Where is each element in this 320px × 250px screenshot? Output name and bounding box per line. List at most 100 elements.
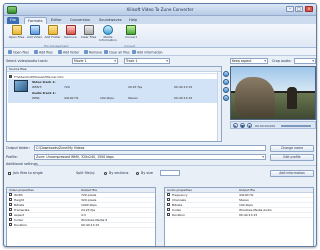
additional-settings-title: Additional settings [6, 162, 38, 166]
prop-value: 00:44:13.15 [81, 223, 100, 227]
open-files-label: Open Files [8, 35, 25, 39]
clear-files-label: Clear Files [80, 35, 97, 39]
tab-file[interactable]: File [7, 17, 20, 24]
prop-name: Bitrate [14, 203, 25, 207]
quick-remove[interactable]: Remove [84, 49, 102, 54]
play-icon[interactable]: ▶ [233, 123, 238, 128]
quick-open-files[interactable]: Open files [8, 49, 30, 54]
file-list-scrollbar[interactable] [217, 72, 221, 141]
info-icon [103, 25, 113, 35]
quick-add-information[interactable]: Add information [132, 49, 163, 54]
app-window: Xilisoft Video To Zune Converter – □ × F… [3, 3, 317, 247]
quick-clear-all[interactable]: Clear all files [104, 49, 130, 54]
prop-value: Stereo [239, 198, 249, 202]
quick-remove-label: Remove [89, 50, 102, 54]
tab-formats[interactable]: Formats [24, 17, 47, 24]
prop-value: 320 pixels [81, 198, 97, 202]
clear-icon [83, 25, 94, 35]
audio-properties-grid[interactable]: Audio properties Output file Frequency 44… [164, 187, 314, 246]
audio-track-select[interactable]: Track 1 [124, 58, 170, 64]
video-width: 720 [64, 85, 70, 89]
add-icon [34, 49, 38, 54]
crop-audio-label: Crop audio: [272, 59, 292, 63]
snapshot-icon[interactable]: ◉ [247, 123, 252, 128]
add-folder-label: Add Folder [44, 35, 61, 39]
open-files-button[interactable]: Open Files [8, 25, 25, 44]
crop-audio-select[interactable] [294, 58, 316, 64]
add-information-button[interactable]: Add information [270, 170, 314, 177]
move-down-icon[interactable] [223, 79, 229, 85]
file-checkbox[interactable] [9, 75, 12, 78]
change-name-button[interactable]: Change name [270, 145, 314, 152]
quick-open-label: Open files [13, 50, 30, 54]
audio-bitrate: 192 kbps [100, 96, 114, 100]
prop-value: 720 pixels [81, 193, 97, 197]
minimize-button[interactable]: – [286, 6, 294, 12]
media-information-button[interactable]: Media Information [98, 25, 118, 44]
quick-toolbar: Open files Add files Add folder Remove C… [4, 48, 316, 56]
edit-profile-button[interactable]: Edit profile [270, 154, 314, 161]
tab-editor[interactable]: Editor [48, 17, 65, 24]
remove-label: Remove [64, 35, 77, 39]
tab-help[interactable]: Help [126, 17, 140, 24]
aspect-select[interactable]: Keep aspect [230, 58, 268, 64]
prop-name: Height [14, 198, 24, 202]
audio-codec: WMA [32, 96, 40, 100]
open-icon [8, 49, 12, 54]
prop-value: 44100 Hz [239, 193, 254, 197]
clear-files-button[interactable]: Clear Files [80, 25, 97, 44]
source-file-list[interactable]: Source files F:\Video\Cut\Movies\Hits.Ca… [6, 66, 222, 142]
output-folder-row: Output folder: C:\Downloads\Zune\My Vide… [6, 145, 316, 152]
video-properties-grid[interactable]: Video properties Output file Width 720 pi… [6, 187, 156, 246]
clear-icon [104, 49, 108, 54]
quick-add-files[interactable]: Add files [34, 49, 53, 54]
prop-value: 24.23 fps [81, 208, 96, 212]
split-size-field[interactable] [160, 170, 180, 176]
prop-value: 1000 kbps [81, 203, 97, 207]
by-size-radio[interactable] [136, 171, 139, 175]
file-row[interactable]: Video track 1: WMV3 720 29.97 fps 00:44:… [8, 79, 220, 103]
video-duration: 00:44:13.15 [174, 85, 193, 89]
add-folder-button[interactable]: Add Folder [44, 25, 61, 44]
move-up-icon[interactable] [223, 71, 229, 77]
prop-name: Codec [172, 208, 182, 212]
close-button[interactable]: × [305, 6, 313, 12]
stop-icon[interactable]: ■ [240, 123, 245, 128]
tab-soundwaves[interactable]: Soundwaves [96, 17, 125, 24]
audio-track-label: Audio track 1: [32, 91, 56, 95]
split-files-label: Split file(s): [76, 171, 96, 175]
section-divider [36, 165, 316, 166]
add-video-icon [29, 25, 40, 35]
prop-name: Bitrate [172, 203, 183, 207]
maximize-button[interactable]: □ [295, 6, 303, 12]
settings-icon[interactable] [223, 87, 229, 93]
video-track-select[interactable]: Movie 1 [72, 58, 118, 64]
additional-settings-header: Additional settings [6, 162, 316, 168]
folder-open-icon [11, 25, 22, 35]
list-side-buttons [223, 71, 229, 103]
audio-prop-row: Duration 00:44:13.15 [165, 213, 313, 218]
delete-icon[interactable] [223, 95, 229, 101]
profile-select[interactable]: Zune: Uncompressed WMV, 320x240, 1500 kb… [34, 154, 266, 160]
volume-slider[interactable] [281, 125, 311, 127]
join-files-checkbox[interactable] [8, 171, 11, 175]
add-video-button[interactable]: Add Video [26, 25, 43, 44]
profile-row: Profile: Zune: Uncompressed WMV, 320x240… [6, 154, 316, 161]
title-bar: Xilisoft Video To Zune Converter – □ × [4, 4, 316, 16]
convert-button[interactable]: Convert [120, 25, 142, 44]
prop-value: 4:3 [81, 213, 86, 217]
tab-conversion[interactable]: Conversion [67, 17, 93, 24]
quick-add-folder[interactable]: Add folder [58, 49, 79, 54]
by-sections-radio[interactable] [104, 171, 107, 175]
remove-button[interactable]: Remove [62, 25, 79, 44]
video-codec: WMV3 [32, 85, 42, 89]
playback-time: 00:00:00.000 [255, 123, 276, 128]
prop-name: Framerate [14, 208, 30, 212]
folder-icon [58, 49, 62, 54]
output-folder-field[interactable]: C:\Downloads\Zune\My Videos [34, 145, 266, 151]
split-options-row: Join files to single Split file(s): By s… [6, 170, 316, 177]
add-video-label: Add Video [26, 35, 43, 39]
by-size-label: By size [141, 171, 153, 175]
video-preview [230, 66, 316, 120]
prop-value: Windows Media Audio [239, 208, 272, 212]
